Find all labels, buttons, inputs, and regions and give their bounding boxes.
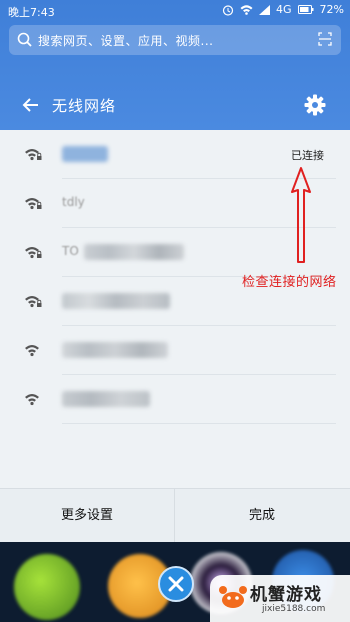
network-name-prefix: TO	[62, 244, 79, 258]
watermark-brand: 机蟹游戏	[250, 585, 322, 605]
network-type: 4G	[276, 3, 292, 16]
wifi-icon	[25, 345, 39, 357]
close-overlay-button[interactable]	[158, 566, 194, 602]
title-bar: 无线网络	[0, 88, 350, 124]
scan-icon[interactable]	[318, 32, 332, 46]
search-bar[interactable]: 搜索网页、设置、应用、视频...	[9, 25, 341, 55]
alarm-icon	[222, 4, 234, 16]
network-name: tdly	[62, 195, 85, 209]
done-button[interactable]: 完成	[175, 489, 349, 543]
annotation-arrow	[291, 167, 311, 263]
watermark-url: jixie5188.com	[262, 604, 326, 614]
signal-icon	[259, 4, 271, 15]
wifi-icon	[25, 394, 39, 406]
page-title: 无线网络	[52, 97, 117, 115]
network-name-blurred	[62, 342, 168, 358]
network-name-blurred	[62, 146, 108, 162]
wifi-locked-icon	[25, 198, 42, 210]
close-icon	[168, 576, 184, 592]
status-time: 晚上7:43	[8, 6, 55, 19]
crab-logo-icon	[219, 586, 247, 608]
status-icons: 4G 72%	[222, 3, 344, 16]
watermark: 机蟹游戏 jixie5188.com	[210, 575, 350, 622]
gear-icon[interactable]	[304, 94, 326, 116]
header-area: 晚上7:43 4G 72% 搜索网页、设置、应用、视频... 无线网络	[0, 0, 350, 130]
annotation-text: 检查连接的网络	[242, 275, 337, 290]
back-arrow-icon[interactable]	[22, 96, 40, 114]
battery-icon	[297, 5, 314, 14]
phone-app-icon	[14, 554, 80, 620]
network-row[interactable]	[0, 326, 350, 375]
network-name-blurred	[84, 244, 184, 260]
wifi-locked-icon	[25, 296, 42, 308]
more-settings-button[interactable]: 更多设置	[0, 489, 174, 543]
wifi-status-icon	[240, 5, 253, 15]
search-placeholder: 搜索网页、设置、应用、视频...	[38, 34, 214, 48]
search-icon	[17, 32, 32, 47]
network-name-blurred	[62, 293, 170, 309]
status-bar: 晚上7:43 4G 72%	[0, 0, 350, 22]
wifi-locked-icon	[25, 149, 42, 161]
connected-status: 已连接	[291, 149, 324, 162]
bottom-action-bar: 更多设置 完成	[0, 488, 350, 543]
row-divider	[62, 423, 336, 424]
network-row[interactable]	[0, 375, 350, 424]
wifi-locked-icon	[25, 247, 42, 259]
network-name-blurred	[62, 391, 150, 407]
battery-level: 72%	[319, 3, 344, 16]
